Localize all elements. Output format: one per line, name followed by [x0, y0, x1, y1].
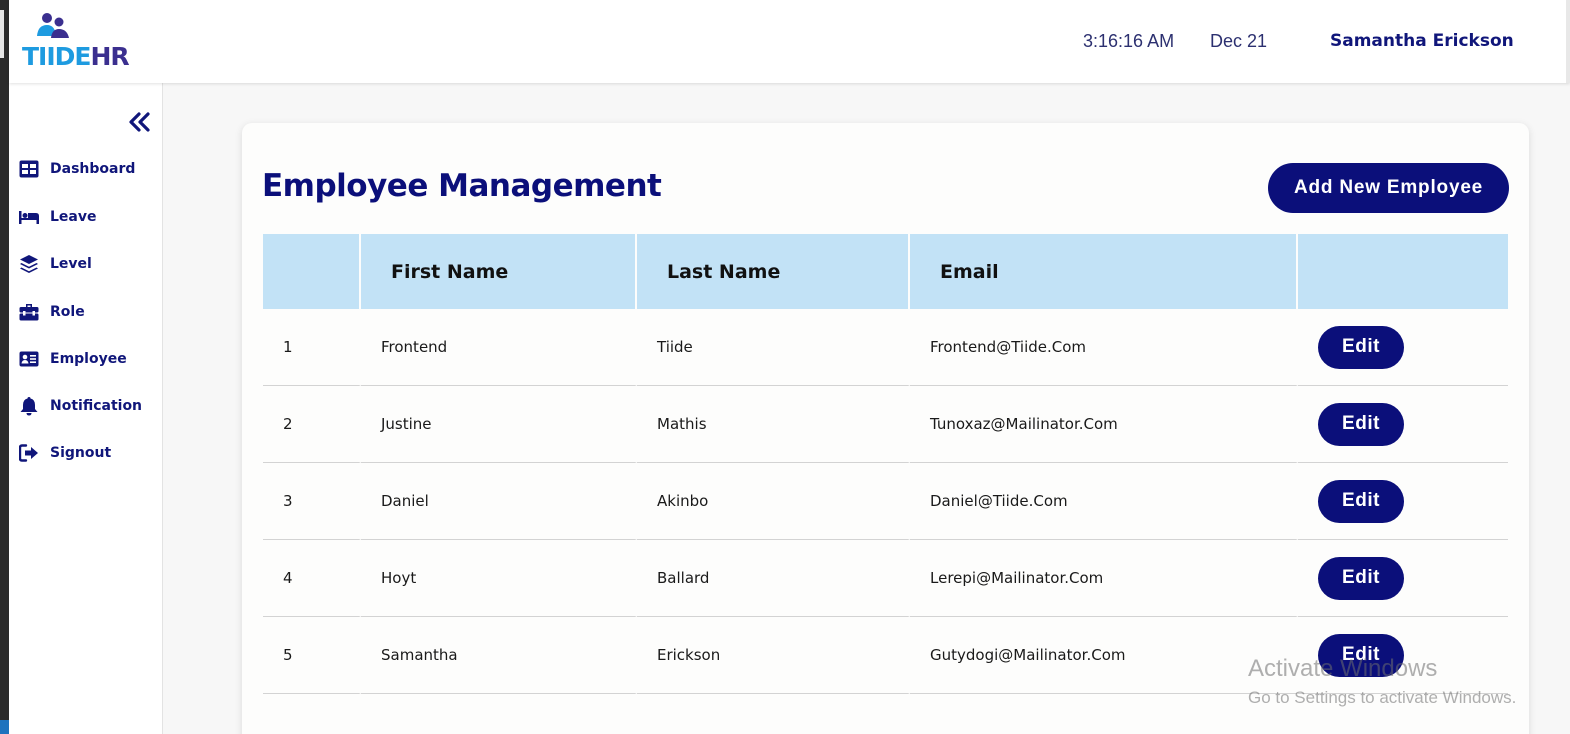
window-left-edge [0, 0, 9, 734]
action-cell: Edit [1298, 309, 1508, 386]
row-number: 4 [263, 540, 361, 617]
logo-wordmark: TIIDEHR [22, 42, 130, 71]
employee-table: First Name Last Name Email 1 Frontend Ti… [263, 234, 1508, 694]
sidebar-item-employee[interactable]: Employee [18, 347, 127, 371]
table-row: 3 Daniel Akinbo Daniel@Tiide.Com Edit [263, 463, 1508, 540]
current-date: Dec 21 [1210, 31, 1268, 51]
sidebar-item-leave[interactable]: Leave [18, 205, 96, 229]
edit-button[interactable]: Edit [1318, 479, 1404, 523]
sidebar-item-dashboard[interactable]: Dashboard [18, 157, 135, 181]
table-row: 4 Hoyt Ballard Lerepi@Mailinator.Com Edi… [263, 540, 1508, 617]
action-cell: Edit [1298, 540, 1508, 617]
first-name-cell: Frontend [361, 309, 637, 386]
people-logo-icon [37, 13, 69, 38]
edit-button[interactable]: Edit [1318, 556, 1404, 600]
sidebar-item-label: Leave [50, 209, 97, 225]
sidebar-item-label: Signout [50, 445, 112, 461]
column-header-email: Email [910, 234, 1298, 309]
sidebar-item-label: Role [50, 304, 85, 320]
top-header: TIIDEHR 3:16:16 AM Dec 21 Samantha Erick… [9, 0, 1570, 83]
row-number: 2 [263, 386, 361, 463]
sidebar-item-label: Employee [50, 351, 127, 367]
column-header-actions [1298, 234, 1508, 309]
table-row: 2 Justine Mathis Tunoxaz@Mailinator.Com … [263, 386, 1508, 463]
page-title: Employee Management [262, 168, 662, 204]
first-name-cell: Daniel [361, 463, 637, 540]
last-name-cell: Mathis [637, 386, 910, 463]
action-cell: Edit [1298, 386, 1508, 463]
email-cell: Lerepi@Mailinator.Com [910, 540, 1298, 617]
column-header-last-name: Last Name [637, 234, 910, 309]
table-header-row: First Name Last Name Email [263, 234, 1508, 309]
column-header-first-name: First Name [361, 234, 637, 309]
sidebar-item-role[interactable]: Role [18, 300, 85, 324]
sidebar: Dashboard Leave Level Role Employee Noti… [9, 83, 163, 734]
edge-indicator [0, 720, 9, 734]
email-cell: Gutydogi@Mailinator.Com [910, 617, 1298, 694]
email-cell: Tunoxaz@Mailinator.Com [910, 386, 1298, 463]
sidebar-item-label: Dashboard [50, 161, 136, 177]
dashboard-icon [18, 159, 40, 179]
logo-text-part2: HR [90, 42, 130, 71]
edit-button[interactable]: Edit [1318, 402, 1404, 446]
id-card-icon [18, 349, 40, 369]
email-cell: Frontend@Tiide.Com [910, 309, 1298, 386]
bell-icon [18, 396, 40, 416]
sidebar-item-level[interactable]: Level [18, 252, 92, 276]
first-name-cell: Hoyt [361, 540, 637, 617]
table-row: 1 Frontend Tiide Frontend@Tiide.Com Edit [263, 309, 1508, 386]
double-chevron-left-icon [129, 112, 150, 132]
current-time: 3:16:16 AM [1083, 31, 1175, 51]
tiide-hr-logo[interactable]: TIIDEHR [22, 12, 147, 74]
right-scrollbar[interactable] [1566, 0, 1570, 83]
first-name-cell: Justine [361, 386, 637, 463]
sidebar-item-label: Level [50, 256, 92, 272]
employee-management-card: Employee Management Add New Employee Fir… [242, 123, 1529, 734]
sidebar-item-label: Notification [50, 398, 143, 414]
toolbox-icon [18, 302, 40, 322]
edit-button[interactable]: Edit [1318, 325, 1404, 369]
sidebar-item-signout[interactable]: Signout [18, 441, 111, 465]
logo-text-part1: TIIDE [22, 42, 91, 71]
layers-icon [18, 254, 40, 274]
activate-windows-title: Activate Windows [1248, 655, 1438, 682]
first-name-cell: Samantha [361, 617, 637, 694]
sign-out-icon [18, 443, 40, 463]
sidebar-item-notification[interactable]: Notification [18, 394, 142, 418]
bed-icon [18, 207, 40, 227]
collapse-sidebar-button[interactable] [127, 111, 153, 133]
row-number: 3 [263, 463, 361, 540]
last-name-cell: Akinbo [637, 463, 910, 540]
user-name[interactable]: Samantha Erickson [1330, 31, 1514, 51]
edge-highlight [0, 10, 4, 58]
add-new-employee-button[interactable]: Add New Employee [1268, 163, 1509, 213]
activate-windows-subtitle: Go to Settings to activate Windows. [1248, 688, 1517, 707]
last-name-cell: Tiide [637, 309, 910, 386]
row-number: 5 [263, 617, 361, 694]
last-name-cell: Erickson [637, 617, 910, 694]
email-cell: Daniel@Tiide.Com [910, 463, 1298, 540]
last-name-cell: Ballard [637, 540, 910, 617]
column-header-index [263, 234, 361, 309]
action-cell: Edit [1298, 463, 1508, 540]
row-number: 1 [263, 309, 361, 386]
